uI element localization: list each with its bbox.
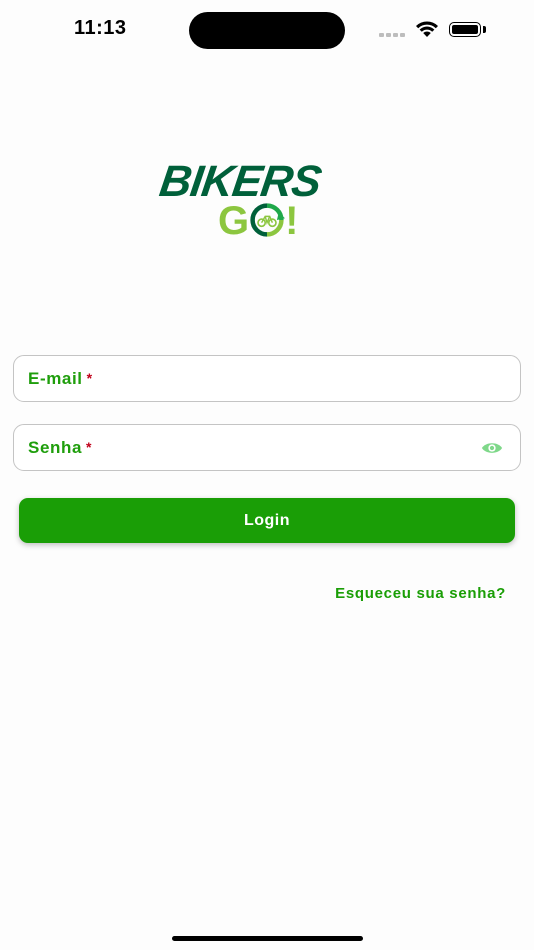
logo-exclamation: !	[285, 199, 299, 243]
email-label: E-mail *	[28, 369, 93, 389]
logo-g-letter: G	[218, 199, 250, 243]
status-time: 11:13	[74, 17, 127, 39]
required-marker: *	[86, 439, 93, 455]
dynamic-island	[189, 12, 345, 49]
battery-icon	[449, 22, 481, 37]
password-label: Senha *	[28, 438, 92, 458]
email-label-text: E-mail	[28, 369, 83, 388]
login-button[interactable]: Login	[19, 498, 515, 543]
required-marker: *	[86, 370, 93, 386]
forgot-password-link[interactable]: Esqueceu sua senha?	[335, 585, 506, 602]
bike-recycle-icon	[250, 203, 286, 237]
email-field[interactable]: E-mail *	[13, 355, 521, 402]
logo-bikers-text: BIKERS	[156, 157, 324, 206]
battery-tip	[483, 26, 486, 33]
password-label-text: Senha	[28, 438, 83, 457]
logo-go-text: G !	[218, 200, 298, 242]
home-indicator	[172, 936, 363, 941]
bikers-go-logo: BIKERS G !	[156, 157, 378, 248]
eye-icon[interactable]	[481, 440, 503, 456]
password-field[interactable]: Senha *	[13, 424, 521, 471]
cellular-signal-icon	[379, 33, 407, 37]
wifi-icon	[416, 21, 438, 37]
status-bar: 11:13	[0, 0, 534, 60]
